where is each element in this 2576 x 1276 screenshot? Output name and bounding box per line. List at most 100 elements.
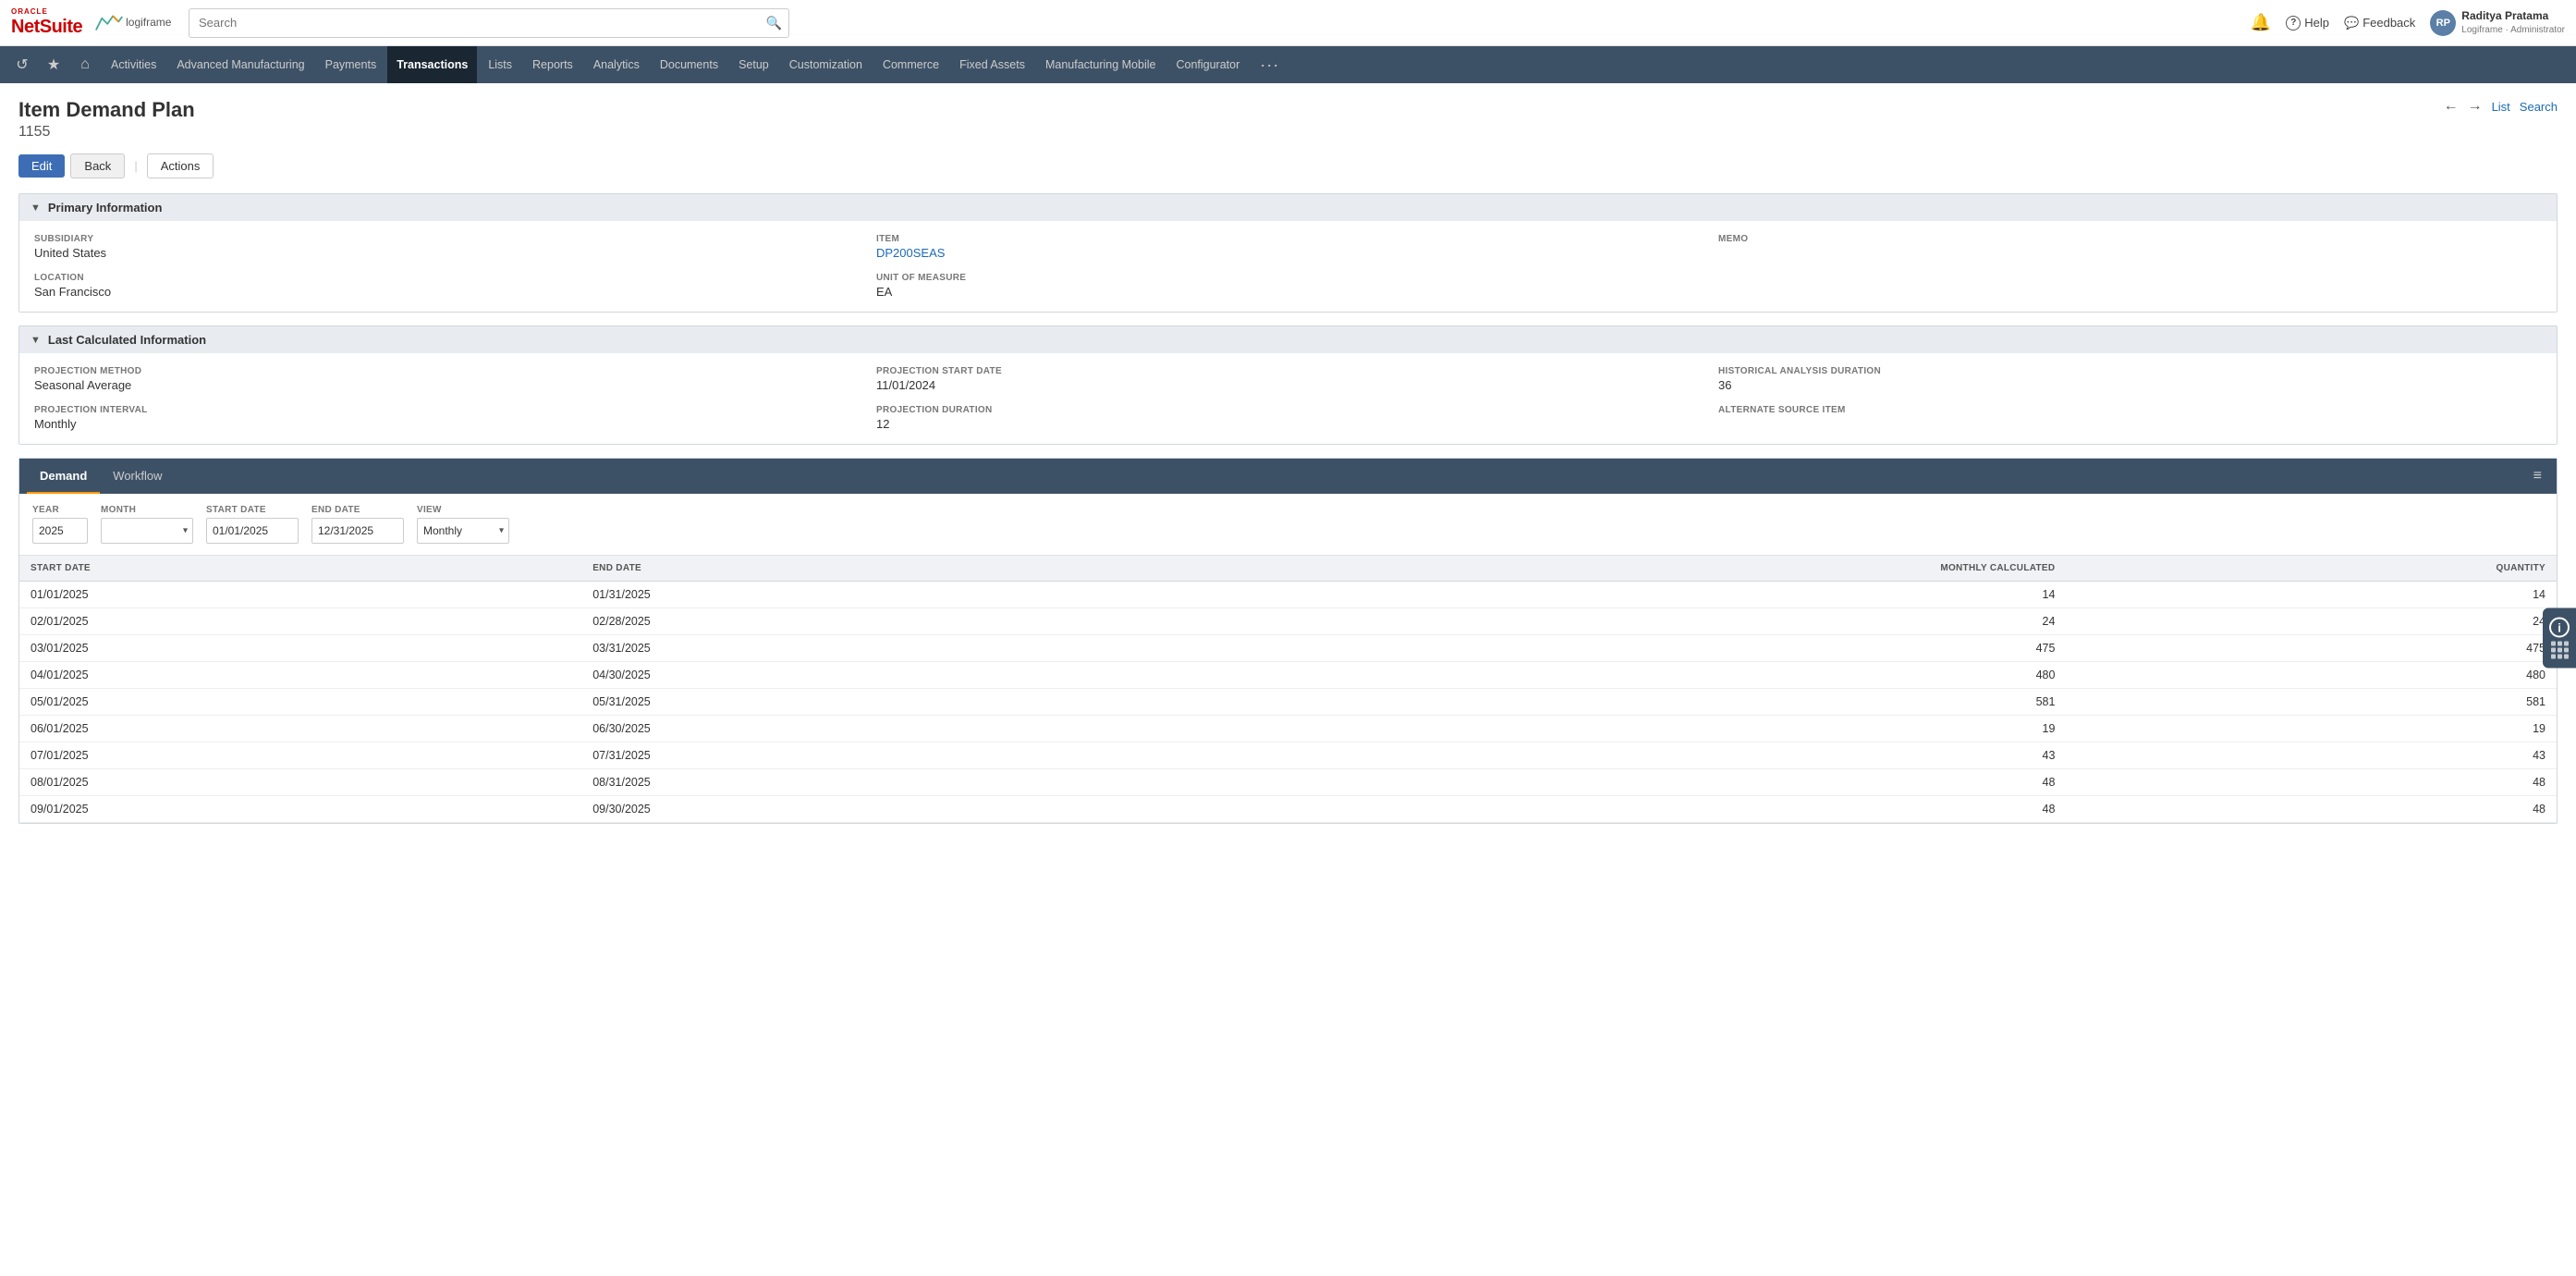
feedback-chat-icon: 💬	[2344, 16, 2359, 31]
col-monthly-calculated: MONTHLY CALCULATED	[1129, 556, 2067, 582]
logiframe-icon	[95, 13, 123, 31]
cell-quantity: 14	[2066, 582, 2557, 608]
projection-interval-field: PROJECTION INTERVAL Monthly	[34, 405, 858, 431]
start-date-filter-label: START DATE	[206, 505, 299, 515]
last-calculated-body: PROJECTION METHOD Seasonal Average PROJE…	[19, 353, 2557, 444]
cell-end-date: 02/28/2025	[581, 608, 1129, 635]
subsidiary-value: United States	[34, 246, 858, 260]
action-buttons: Edit Back | Actions	[18, 153, 2558, 178]
memo-label: MEMO	[1718, 234, 2542, 244]
notification-icon[interactable]: 🔔	[2251, 13, 2271, 32]
cell-quantity: 43	[2066, 742, 2557, 769]
cell-start-date: 04/01/2025	[19, 662, 581, 689]
item-value[interactable]: DP200SEAS	[876, 246, 1700, 260]
last-calculated-label: Last Calculated Information	[48, 333, 206, 347]
cell-end-date: 05/31/2025	[581, 689, 1129, 716]
user-menu[interactable]: RP Raditya Pratama Logiframe · Administr…	[2430, 9, 2565, 36]
page-title: Item Demand Plan	[18, 98, 195, 122]
cell-end-date: 06/30/2025	[581, 716, 1129, 742]
feedback-link[interactable]: 💬 Feedback	[2344, 16, 2415, 31]
location-label: LOCATION	[34, 273, 858, 283]
nav-item-commerce[interactable]: Commerce	[873, 46, 948, 83]
cell-quantity: 48	[2066, 769, 2557, 796]
nav-item-configurator[interactable]: Configurator	[1166, 46, 1249, 83]
search-bar: 🔍	[189, 8, 789, 38]
search-input[interactable]	[189, 8, 789, 38]
nav-item-transactions[interactable]: Transactions	[387, 46, 477, 83]
nav-item-analytics[interactable]: Analytics	[584, 46, 649, 83]
subsidiary-label: SUBSIDIARY	[34, 234, 858, 244]
tabs-left: Demand Workflow	[27, 459, 176, 494]
memo-field: MEMO	[1718, 234, 2542, 260]
user-role: Logiframe · Administrator	[2461, 24, 2565, 36]
last-calculated-header[interactable]: ▼ Last Calculated Information	[19, 326, 2557, 353]
tabs-panel: Demand Workflow ≡ YEAR MONTH January Feb…	[18, 458, 2558, 824]
cell-start-date: 09/01/2025	[19, 796, 581, 823]
tab-workflow[interactable]: Workflow	[100, 459, 175, 494]
projection-interval-label: PROJECTION INTERVAL	[34, 405, 858, 415]
demand-table: START DATE END DATE MONTHLY CALCULATED Q…	[19, 556, 2557, 823]
nav-item-advanced-manufacturing[interactable]: Advanced Manufacturing	[167, 46, 313, 83]
nav-prev-arrow[interactable]: ←	[2444, 98, 2459, 115]
cell-quantity: 480	[2066, 662, 2557, 689]
help-link[interactable]: ? Help	[2286, 16, 2329, 31]
unit-of-measure-field: UNIT OF MEASURE EA	[876, 273, 1700, 299]
help-circle-icon: ?	[2286, 16, 2301, 31]
actions-button[interactable]: Actions	[147, 153, 214, 178]
floating-info-widget[interactable]: i	[2543, 608, 2576, 669]
tabs-menu-icon[interactable]: ≡	[2526, 468, 2549, 485]
cell-monthly-calculated: 19	[1129, 716, 2067, 742]
nav-item-customization[interactable]: Customization	[780, 46, 872, 83]
historical-analysis-field: HISTORICAL ANALYSIS DURATION 36	[1718, 366, 2542, 392]
end-date-input[interactable]	[311, 518, 404, 544]
end-date-filter-label: END DATE	[311, 505, 404, 515]
nav-item-fixed-assets[interactable]: Fixed Assets	[950, 46, 1034, 83]
nav-item-reports[interactable]: Reports	[523, 46, 582, 83]
oracle-netsuite-logo: ORACLE NetSuite	[11, 8, 82, 37]
cell-start-date: 06/01/2025	[19, 716, 581, 742]
last-calculated-toggle-icon: ▼	[31, 335, 41, 346]
nav-item-manufacturing-mobile[interactable]: Manufacturing Mobile	[1036, 46, 1166, 83]
cell-quantity: 475	[2066, 635, 2557, 662]
view-filter-label: VIEW	[417, 505, 509, 515]
cell-start-date: 05/01/2025	[19, 689, 581, 716]
nav-next-arrow[interactable]: →	[2468, 98, 2483, 115]
cell-quantity: 581	[2066, 689, 2557, 716]
oracle-text: ORACLE	[11, 8, 82, 17]
back-button[interactable]: Back	[70, 153, 125, 178]
table-row: 06/01/2025 06/30/2025 19 19	[19, 716, 2557, 742]
cell-start-date: 03/01/2025	[19, 635, 581, 662]
start-date-input[interactable]	[206, 518, 299, 544]
nav-item-payments[interactable]: Payments	[316, 46, 386, 83]
page-subtitle: 1155	[18, 124, 195, 141]
nav-item-activities[interactable]: Activities	[102, 46, 165, 83]
view-select[interactable]: Monthly Weekly Daily	[417, 518, 509, 544]
month-select[interactable]: January February March April May June Ju…	[101, 518, 193, 544]
nav-more-btn[interactable]: ···	[1251, 55, 1288, 75]
edit-button[interactable]: Edit	[18, 154, 65, 178]
subsidiary-field: SUBSIDIARY United States	[34, 234, 858, 260]
home-icon-btn[interactable]: ⌂	[70, 50, 100, 80]
tab-demand[interactable]: Demand	[27, 459, 100, 494]
cell-end-date: 08/31/2025	[581, 769, 1129, 796]
cell-start-date: 08/01/2025	[19, 769, 581, 796]
year-input[interactable]	[32, 518, 88, 544]
nav-item-lists[interactable]: Lists	[479, 46, 521, 83]
nav-item-documents[interactable]: Documents	[651, 46, 727, 83]
primary-info-header[interactable]: ▼ Primary Information	[19, 194, 2557, 221]
list-link[interactable]: List	[2492, 100, 2510, 114]
unit-of-measure-value: EA	[876, 285, 1700, 299]
view-select-wrapper: Monthly Weekly Daily ▾	[417, 518, 509, 544]
history-icon-btn[interactable]: ↺	[7, 50, 37, 80]
star-icon-btn[interactable]: ★	[39, 50, 68, 80]
cell-monthly-calculated: 48	[1129, 769, 2067, 796]
month-filter-group: MONTH January February March April May J…	[101, 505, 193, 544]
search-link[interactable]: Search	[2520, 100, 2558, 114]
projection-method-label: PROJECTION METHOD	[34, 366, 858, 376]
year-filter-group: YEAR	[32, 505, 88, 544]
user-details: Raditya Pratama Logiframe · Administrato…	[2461, 9, 2565, 36]
nav-item-setup[interactable]: Setup	[729, 46, 778, 83]
cell-start-date: 02/01/2025	[19, 608, 581, 635]
col-end-date: END DATE	[581, 556, 1129, 582]
demand-filters: YEAR MONTH January February March April …	[19, 494, 2557, 556]
